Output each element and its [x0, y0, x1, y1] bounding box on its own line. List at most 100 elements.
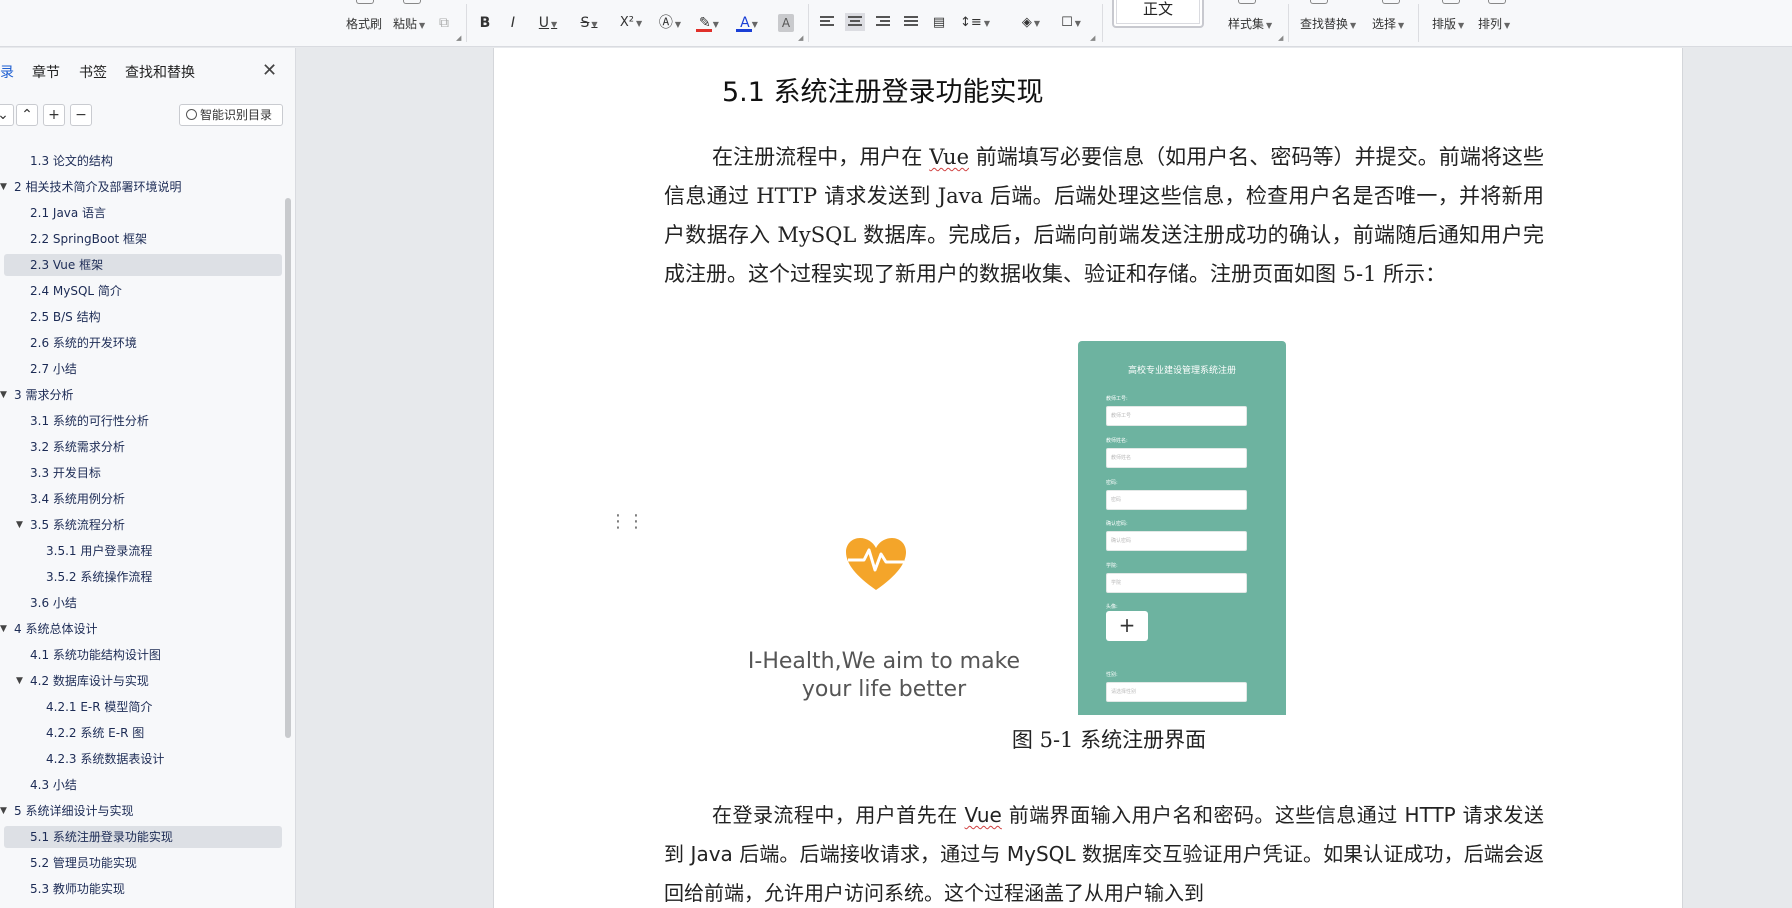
- dialog-launcher-icon[interactable]: ◢: [1090, 34, 1095, 42]
- dialog-launcher-icon[interactable]: ◢: [798, 34, 803, 42]
- tab-bookmarks[interactable]: 书签: [79, 62, 107, 82]
- outline-item-label: 2.2 SpringBoot 框架: [30, 232, 148, 246]
- outline-item[interactable]: 3.5.2 系统操作流程: [0, 564, 284, 590]
- dialog-launcher-icon[interactable]: ◢: [456, 34, 461, 42]
- register-title: 高校专业建设管理系统注册: [1127, 366, 1236, 376]
- outline-item[interactable]: 4.2.2 系统 E-R 图: [0, 720, 284, 746]
- outline-item[interactable]: 2.3 Vue 框架: [0, 252, 284, 278]
- field-label: 教师工号:: [1106, 396, 1128, 402]
- drag-handle-icon[interactable]: ⋮⋮: [609, 513, 645, 531]
- outline-item-label: 3.2 系统需求分析: [30, 440, 125, 454]
- add-heading-button[interactable]: +: [43, 104, 65, 126]
- outline-item[interactable]: 4.2.3 系统数据表设计: [0, 746, 284, 772]
- expand-triangle-icon[interactable]: ▼: [16, 668, 23, 694]
- section-title: 5.1 系统注册登录功能实现: [722, 77, 1044, 108]
- outline-item-label: 3.6 小结: [30, 596, 77, 610]
- outline-item[interactable]: 2.1 Java 语言: [0, 200, 284, 226]
- chevron-down-icon: ▼: [1033, 19, 1041, 28]
- outline-item[interactable]: ▼ 3 需求分析: [0, 382, 284, 408]
- outline-item[interactable]: 3.2 系统需求分析: [0, 434, 284, 460]
- outline-item-label: 3.1 系统的可行性分析: [30, 414, 149, 428]
- paste-icon: [403, 0, 421, 4]
- select-cursor-icon: [1382, 0, 1400, 4]
- style-normal-preset[interactable]: 正文: [1112, 0, 1204, 28]
- outline-item[interactable]: 4.1 系统功能结构设计图: [0, 642, 284, 668]
- divider: [1418, 4, 1419, 42]
- tab-chapters[interactable]: 章节: [32, 62, 60, 82]
- smart-toc-button[interactable]: 智能识别目录: [179, 104, 283, 126]
- line-spacing-button[interactable]: ↕≡ ▼: [958, 14, 992, 32]
- outline-item-label: 4.2.2 系统 E-R 图: [46, 726, 145, 740]
- align-left-button[interactable]: [820, 16, 834, 28]
- underline-button[interactable]: U ▼: [536, 14, 560, 32]
- outline-item-label: 5 系统详细设计与实现: [14, 804, 134, 818]
- align-center-button[interactable]: [845, 13, 865, 31]
- outline-item[interactable]: 5.3 教师功能实现: [0, 876, 284, 902]
- align-right-button[interactable]: [876, 16, 890, 28]
- outline-item[interactable]: 2.6 系统的开发环境: [0, 330, 284, 356]
- dialog-launcher-icon[interactable]: ◢: [1278, 34, 1283, 42]
- logo-figure: I-Health,We aim to make your life better: [734, 538, 1034, 738]
- line-spacing-icon: ↕≡: [960, 15, 982, 30]
- scrollbar[interactable]: [285, 198, 291, 738]
- outline-item[interactable]: 2.5 B/S 结构: [0, 304, 284, 330]
- outline-item[interactable]: 2.2 SpringBoot 框架: [0, 226, 284, 252]
- outline-item[interactable]: 2.7 小结: [0, 356, 284, 382]
- outline-item[interactable]: 3.4 系统用例分析: [0, 486, 284, 512]
- tab-toc[interactable]: 录: [0, 62, 14, 82]
- outline-item[interactable]: 3.5.1 用户登录流程: [0, 538, 284, 564]
- outline-item[interactable]: 4.2.1 E-R 模型简介: [0, 694, 284, 720]
- copy-icon[interactable]: ⧉: [436, 14, 452, 32]
- expand-triangle-icon[interactable]: ▼: [0, 616, 7, 642]
- field-label: 密码:: [1106, 480, 1118, 486]
- paint-bucket-icon: ◈: [1021, 15, 1032, 30]
- confirm-password-field: 确认密码: [1106, 531, 1247, 551]
- expand-triangle-icon[interactable]: ▼: [16, 512, 23, 538]
- chevron-down-icon: ▼: [551, 20, 558, 29]
- chevron-down-icon: ▼: [712, 20, 719, 29]
- outline-item[interactable]: 4.3 小结: [0, 772, 284, 798]
- outline-item[interactable]: 5.1 系统注册登录功能实现: [0, 824, 284, 850]
- outline-item[interactable]: 3.3 开发目标: [0, 460, 284, 486]
- collapse-all-button[interactable]: ⌄: [0, 104, 14, 126]
- outline-item[interactable]: 3.1 系统的可行性分析: [0, 408, 284, 434]
- outline-item[interactable]: ▼ 5 系统详细设计与实现: [0, 798, 284, 824]
- outline-item-label: 4 系统总体设计: [14, 622, 98, 636]
- bold-button[interactable]: B: [478, 14, 492, 32]
- char-shading-button[interactable]: A: [778, 14, 794, 32]
- body-paragraph[interactable]: 在登录流程中，用户首先在 Vue 前端界面输入用户名和密码。这些信息通过 HTT…: [664, 796, 1544, 908]
- justify-button[interactable]: [904, 16, 918, 28]
- text-effect-button[interactable]: Ⓐ ▼: [656, 14, 684, 32]
- divider: [1102, 4, 1103, 42]
- outline-item[interactable]: 1.3 论文的结构: [0, 148, 284, 174]
- superscript-button[interactable]: X² ▼: [616, 14, 646, 32]
- strikethrough-button[interactable]: S ▼: [576, 14, 602, 32]
- body-paragraph[interactable]: 在注册流程中，用户在 Vue 前端填写必要信息（如用户名、密码等）并提交。前端将…: [664, 138, 1544, 294]
- outline-item[interactable]: ▼ 4.2 数据库设计与实现: [0, 668, 284, 694]
- expand-triangle-icon[interactable]: ▼: [0, 798, 7, 824]
- distributed-align-icon[interactable]: ▤: [930, 14, 948, 32]
- outline-item-label: 2.6 系统的开发环境: [30, 336, 137, 350]
- move-up-button[interactable]: ⌃: [16, 104, 38, 126]
- outline-item[interactable]: ▼ 2 相关技术简介及部署环境说明: [0, 174, 284, 200]
- border-button[interactable]: ☐ ▼: [1056, 14, 1086, 32]
- outline-item[interactable]: 5.2 管理员功能实现: [0, 850, 284, 876]
- field-label: 确认密码:: [1106, 521, 1128, 527]
- remove-heading-button[interactable]: −: [70, 104, 92, 126]
- chevron-down-icon: ▼: [591, 20, 598, 29]
- password-field: 密码: [1106, 490, 1247, 510]
- outline-item[interactable]: ▼ 4 系统总体设计: [0, 616, 284, 642]
- tab-find-replace[interactable]: 查找和替换: [125, 62, 195, 82]
- outline-item[interactable]: 3.6 小结: [0, 590, 284, 616]
- chevron-down-icon: ▼: [1350, 21, 1357, 30]
- expand-triangle-icon[interactable]: ▼: [0, 382, 7, 408]
- shading-button[interactable]: ◈ ▼: [1016, 14, 1046, 32]
- outline-item[interactable]: ▼ 3.5 系统流程分析: [0, 512, 284, 538]
- outline-item[interactable]: 2.4 MySQL 简介: [0, 278, 284, 304]
- outline-item-label: 3.5 系统流程分析: [30, 518, 125, 532]
- expand-triangle-icon[interactable]: ▼: [0, 174, 7, 200]
- format-painter-icon: [356, 0, 374, 4]
- close-icon[interactable]: ✕: [262, 60, 277, 81]
- divider: [1288, 4, 1289, 42]
- italic-button[interactable]: I: [506, 14, 520, 32]
